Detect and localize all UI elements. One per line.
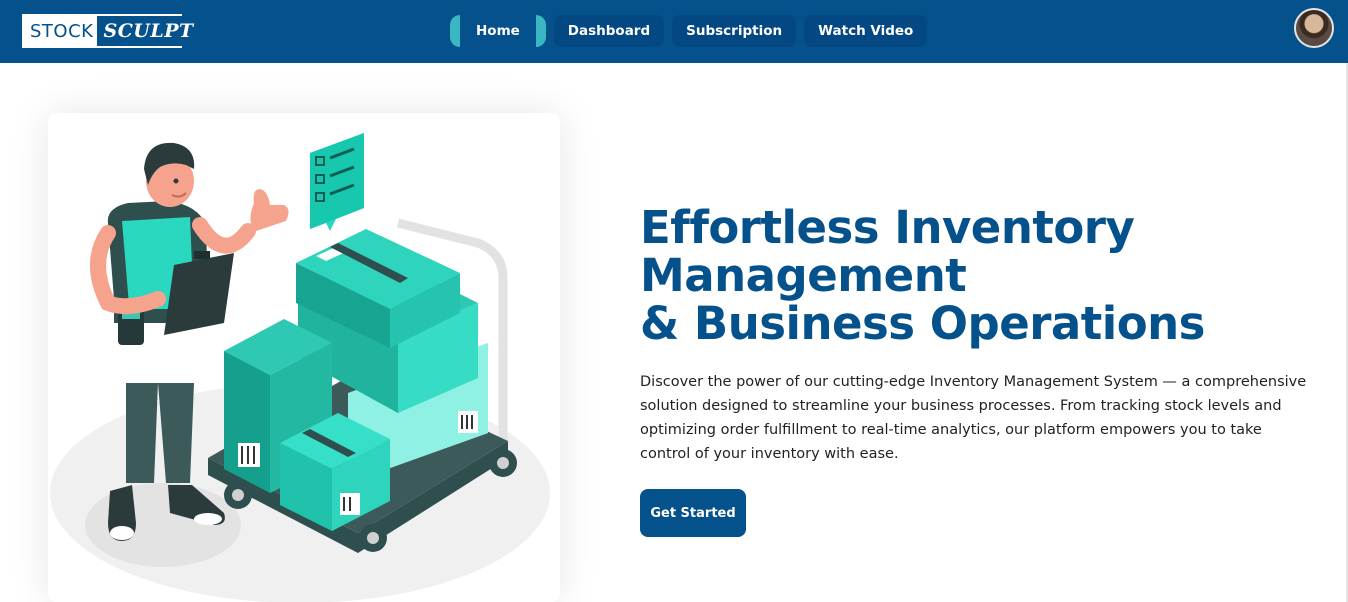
hero-title: Effortless Inventory Management & Busine… <box>640 204 1320 348</box>
hero-title-line-3: & Business Operations <box>640 297 1205 350</box>
nav-home[interactable]: Home <box>450 15 546 47</box>
nav-dashboard[interactable]: Dashboard <box>553 15 665 47</box>
main-nav: Home Dashboard Subscription Watch Video <box>450 15 928 47</box>
nav-watch-video[interactable]: Watch Video <box>804 15 928 47</box>
brand-logo[interactable]: STOCK SCULPT <box>22 14 200 48</box>
hero-illustration-card <box>48 113 560 602</box>
hero-title-line-1: Effortless Inventory <box>640 201 1135 254</box>
user-avatar[interactable] <box>1294 8 1334 48</box>
hero-title-line-2: Management <box>640 249 967 302</box>
get-started-button[interactable]: Get Started <box>640 489 746 537</box>
logo-text-sculpt: SCULPT <box>97 16 200 46</box>
hero-description: Discover the power of our cutting-edge I… <box>640 374 1307 462</box>
logo-text-stock: STOCK <box>24 16 98 46</box>
top-navbar: STOCK SCULPT Home Dashboard Subscription… <box>0 0 1348 63</box>
nav-subscription[interactable]: Subscription <box>672 15 797 47</box>
warehouse-worker-illustration <box>50 133 550 602</box>
